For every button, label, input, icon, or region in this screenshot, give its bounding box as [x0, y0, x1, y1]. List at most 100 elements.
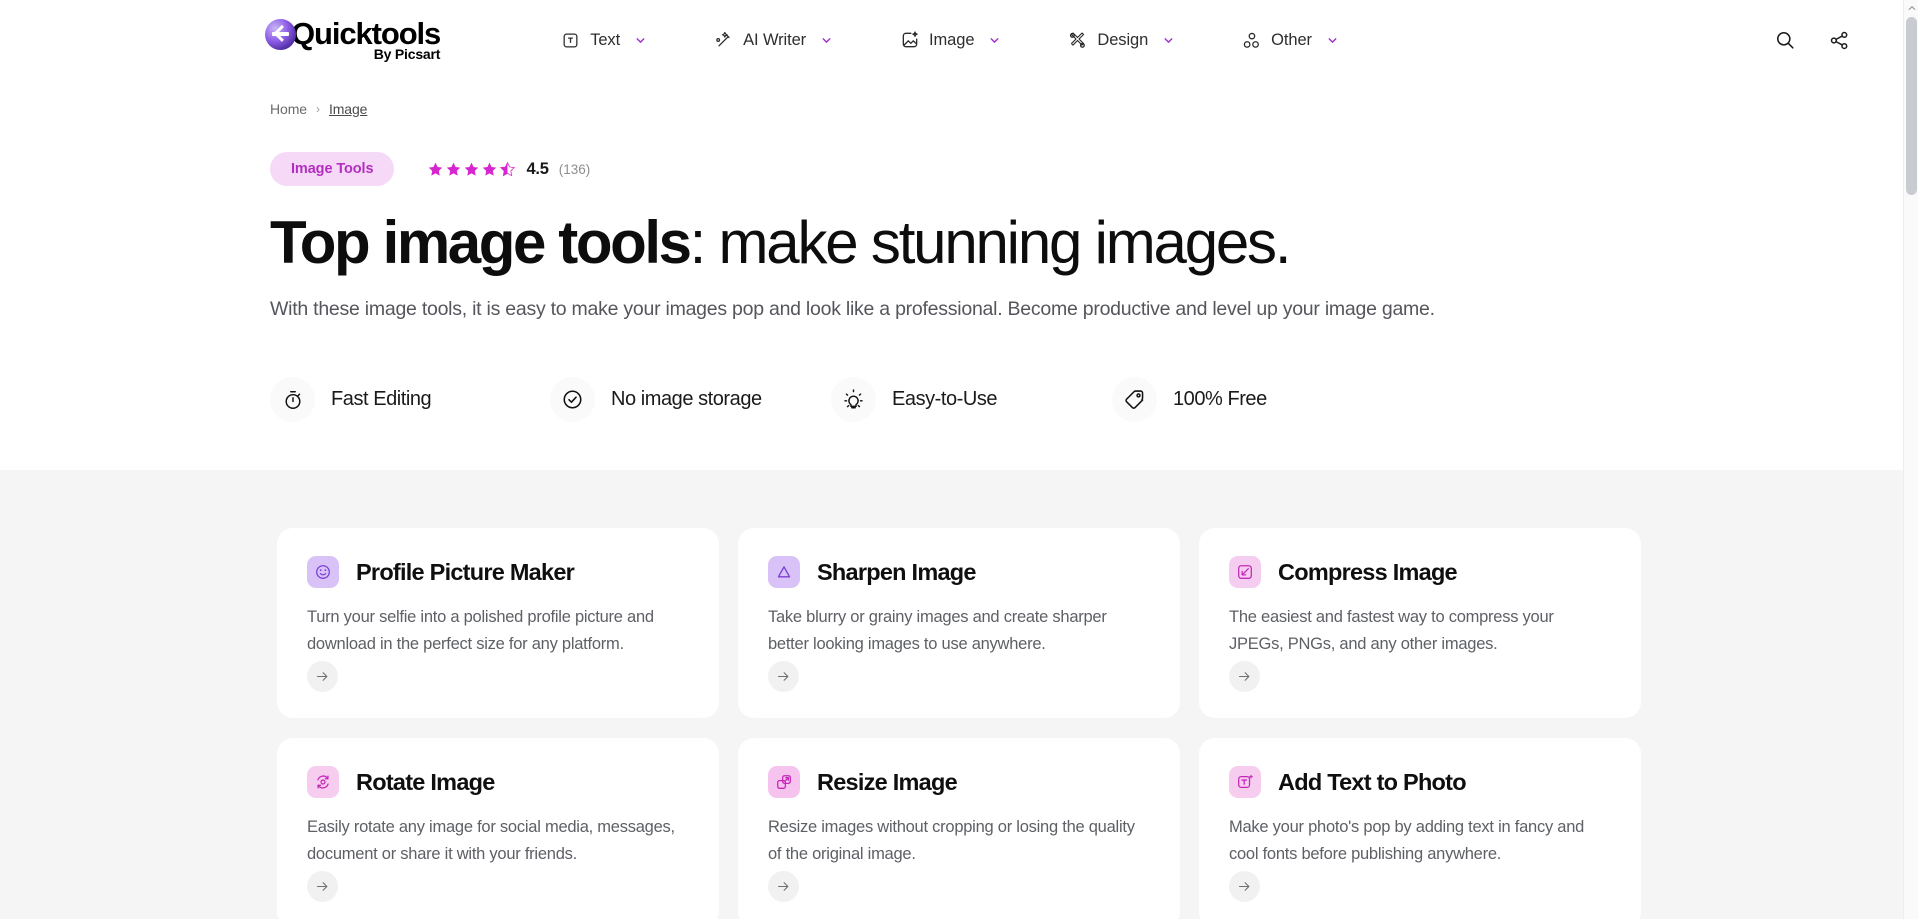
breadcrumb-item-image[interactable]: Image	[329, 101, 368, 117]
image-sparkle-icon	[899, 30, 920, 51]
scroll-up-arrow-icon[interactable]	[1904, 0, 1918, 16]
card-title: Add Text to Photo	[1278, 768, 1467, 795]
card-description: Make your photo's pop by adding text in …	[1229, 818, 1585, 863]
card-description: Easily rotate any image for social media…	[307, 818, 675, 863]
compress-arrow-icon	[1229, 556, 1261, 588]
chevron-down-icon	[820, 34, 833, 47]
stopwatch-icon	[270, 377, 315, 422]
site-logo[interactable]: Quicktools By Picsart	[265, 17, 441, 63]
arrow-right-icon[interactable]	[768, 871, 799, 902]
star-filled-icon	[465, 162, 479, 176]
chevron-down-icon	[988, 34, 1001, 47]
quicktools-logo-icon	[265, 19, 296, 50]
arrow-right-icon[interactable]	[1229, 871, 1260, 902]
feature-easy-to-use: Easy-to-Use	[831, 377, 1112, 422]
nav-label-other: Other	[1271, 30, 1312, 49]
three-circles-icon	[1241, 30, 1262, 51]
feature-highlights: Fast Editing No image storage Easy-to-Us…	[270, 377, 1918, 470]
header-actions	[1771, 26, 1881, 54]
breadcrumb: Home › Image	[270, 80, 1918, 117]
nav-item-text[interactable]: Text	[546, 22, 661, 59]
scrollbar-thumb[interactable]	[1906, 17, 1917, 195]
star-filled-icon	[429, 162, 443, 176]
nav-label-image: Image	[929, 30, 975, 49]
card-title: Compress Image	[1278, 558, 1458, 585]
page-title: Top image tools: make stunning images.	[270, 209, 1918, 277]
card-title: Resize Image	[817, 768, 958, 795]
card-title: Sharpen Image	[817, 558, 976, 585]
hero-section: Home › Image Image Tools 4.5 (136) Top i…	[0, 80, 1918, 470]
tools-section: Profile Picture Maker Turn your selfie i…	[0, 470, 1918, 919]
tool-card-sharpen-image[interactable]: Sharpen Image Take blurry or grainy imag…	[738, 528, 1180, 718]
card-header: Rotate Image	[307, 766, 689, 798]
nav-label-text: Text	[590, 30, 621, 49]
page-subtitle: With these image tools, it is easy to ma…	[270, 298, 1435, 320]
arrow-right-icon[interactable]	[768, 661, 799, 692]
tool-card-compress-image[interactable]: Compress Image The easiest and fastest w…	[1199, 528, 1641, 718]
breadcrumb-separator: ›	[315, 102, 320, 116]
feature-label: No image storage	[611, 388, 762, 410]
feature-fast-editing: Fast Editing	[270, 377, 550, 422]
feature-100-percent-free: 100% Free	[1112, 377, 1267, 422]
chevron-down-icon	[1162, 34, 1175, 47]
price-tag-icon	[1112, 377, 1157, 422]
magic-wand-icon	[713, 30, 734, 51]
card-header: Resize Image	[768, 766, 1150, 798]
rating-value: 4.5	[526, 159, 549, 178]
card-title: Rotate Image	[356, 768, 495, 795]
share-icon[interactable]	[1825, 26, 1853, 54]
rating-widget: 4.5 (136)	[427, 160, 590, 179]
triangle-icon	[768, 556, 800, 588]
rating-count: (136)	[558, 161, 591, 177]
chevron-down-icon	[1326, 34, 1339, 47]
card-description: Turn your selfie into a polished profile…	[307, 608, 654, 653]
card-title: Profile Picture Maker	[356, 558, 575, 585]
page-root: Quicktools By Picsart Text AI Writer Ima…	[0, 0, 1918, 919]
star-filled-icon	[483, 162, 497, 176]
main-navigation: Text AI Writer Image Design Other	[546, 22, 1353, 59]
smiley-face-icon	[307, 556, 339, 588]
star-rating	[427, 161, 516, 178]
nav-item-other[interactable]: Other	[1227, 22, 1353, 59]
breadcrumb-item-home[interactable]: Home	[270, 101, 307, 117]
lightbulb-icon	[831, 377, 876, 422]
tool-card-profile-picture-maker[interactable]: Profile Picture Maker Turn your selfie i…	[277, 528, 719, 718]
tool-card-resize-image[interactable]: Resize Image Resize images without cropp…	[738, 738, 1180, 919]
hero-badge-row: Image Tools 4.5 (136)	[270, 152, 1918, 186]
nav-item-design[interactable]: Design	[1053, 22, 1189, 59]
logo-byline: By Picsart	[373, 46, 441, 62]
tool-card-rotate-image[interactable]: Rotate Image Easily rotate any image for…	[277, 738, 719, 919]
rotate-icon	[307, 766, 339, 798]
feature-label: Fast Editing	[331, 388, 432, 410]
chevron-down-icon	[634, 34, 647, 47]
card-description: The easiest and fastest way to compress …	[1229, 608, 1554, 653]
tool-card-add-text-to-photo[interactable]: Add Text to Photo Make your photo's pop …	[1199, 738, 1641, 919]
card-header: Compress Image	[1229, 556, 1611, 588]
arrow-right-icon[interactable]	[1229, 661, 1260, 692]
design-brushes-icon	[1067, 30, 1088, 51]
text-box-icon	[560, 30, 581, 51]
star-half-icon	[500, 161, 516, 176]
card-header: Sharpen Image	[768, 556, 1150, 588]
feature-label: Easy-to-Use	[892, 388, 998, 410]
card-description: Resize images without cropping or losing…	[768, 818, 1135, 863]
search-icon[interactable]	[1771, 26, 1799, 54]
add-text-icon	[1229, 766, 1261, 798]
page-scrollbar[interactable]	[1903, 0, 1918, 919]
card-header: Profile Picture Maker	[307, 556, 689, 588]
page-title-rest: : make stunning images.	[689, 209, 1292, 276]
page-title-strong: Top image tools	[270, 209, 692, 276]
tools-grid: Profile Picture Maker Turn your selfie i…	[277, 528, 1641, 919]
feature-no-image-storage: No image storage	[550, 377, 831, 422]
card-description: Take blurry or grainy images and create …	[768, 608, 1107, 653]
feature-label: 100% Free	[1173, 388, 1267, 410]
category-pill[interactable]: Image Tools	[270, 152, 395, 186]
nav-label-ai-writer: AI Writer	[743, 30, 807, 49]
star-filled-icon	[447, 162, 461, 176]
nav-item-image[interactable]: Image	[885, 22, 1015, 59]
nav-item-ai-writer[interactable]: AI Writer	[699, 22, 847, 59]
card-header: Add Text to Photo	[1229, 766, 1611, 798]
check-circle-icon	[550, 377, 595, 422]
arrow-right-icon[interactable]	[307, 661, 338, 692]
arrow-right-icon[interactable]	[307, 871, 338, 902]
